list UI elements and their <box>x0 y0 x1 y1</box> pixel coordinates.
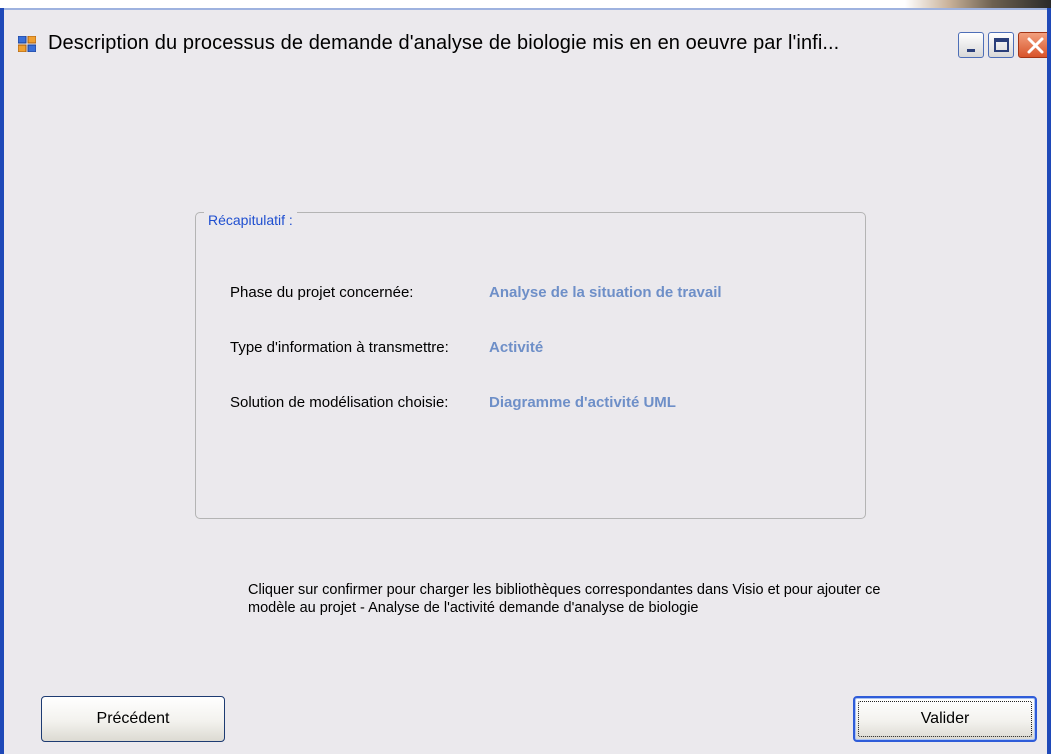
title-bar[interactable]: Description du processus de demande d'an… <box>4 8 1047 68</box>
app-window-icon <box>17 35 37 53</box>
background-desktop-fragment <box>905 0 1051 8</box>
info-type-value: Activité <box>489 339 544 356</box>
window-title: Description du processus de demande d'an… <box>48 32 840 54</box>
summary-legend: Récapitulatif : <box>204 212 297 228</box>
project-phase-label: Phase du projet concernée: <box>230 284 414 301</box>
info-type-label: Type d'information à transmettre: <box>230 339 449 356</box>
validate-button-label: Valider <box>920 710 970 727</box>
validate-button[interactable]: Valider <box>853 696 1037 742</box>
modeling-solution-label: Solution de modélisation choisie: <box>230 394 449 411</box>
minimize-button[interactable] <box>958 32 984 58</box>
modeling-solution-value: Diagramme d'activité UML <box>489 394 676 411</box>
project-phase-value: Analyse de la situation de travail <box>489 284 722 301</box>
confirmation-instructions: Cliquer sur confirmer pour charger les b… <box>248 582 881 616</box>
maximize-button[interactable] <box>988 32 1014 58</box>
minimize-icon <box>967 49 975 52</box>
close-button[interactable] <box>1018 32 1047 58</box>
summary-groupbox <box>195 212 866 519</box>
dialog-window: Description du processus de demande d'an… <box>0 8 1051 754</box>
close-icon <box>1027 37 1044 54</box>
maximize-icon <box>994 38 1009 52</box>
previous-button-label: Précédent <box>96 710 170 727</box>
previous-button[interactable]: Précédent <box>41 696 225 742</box>
